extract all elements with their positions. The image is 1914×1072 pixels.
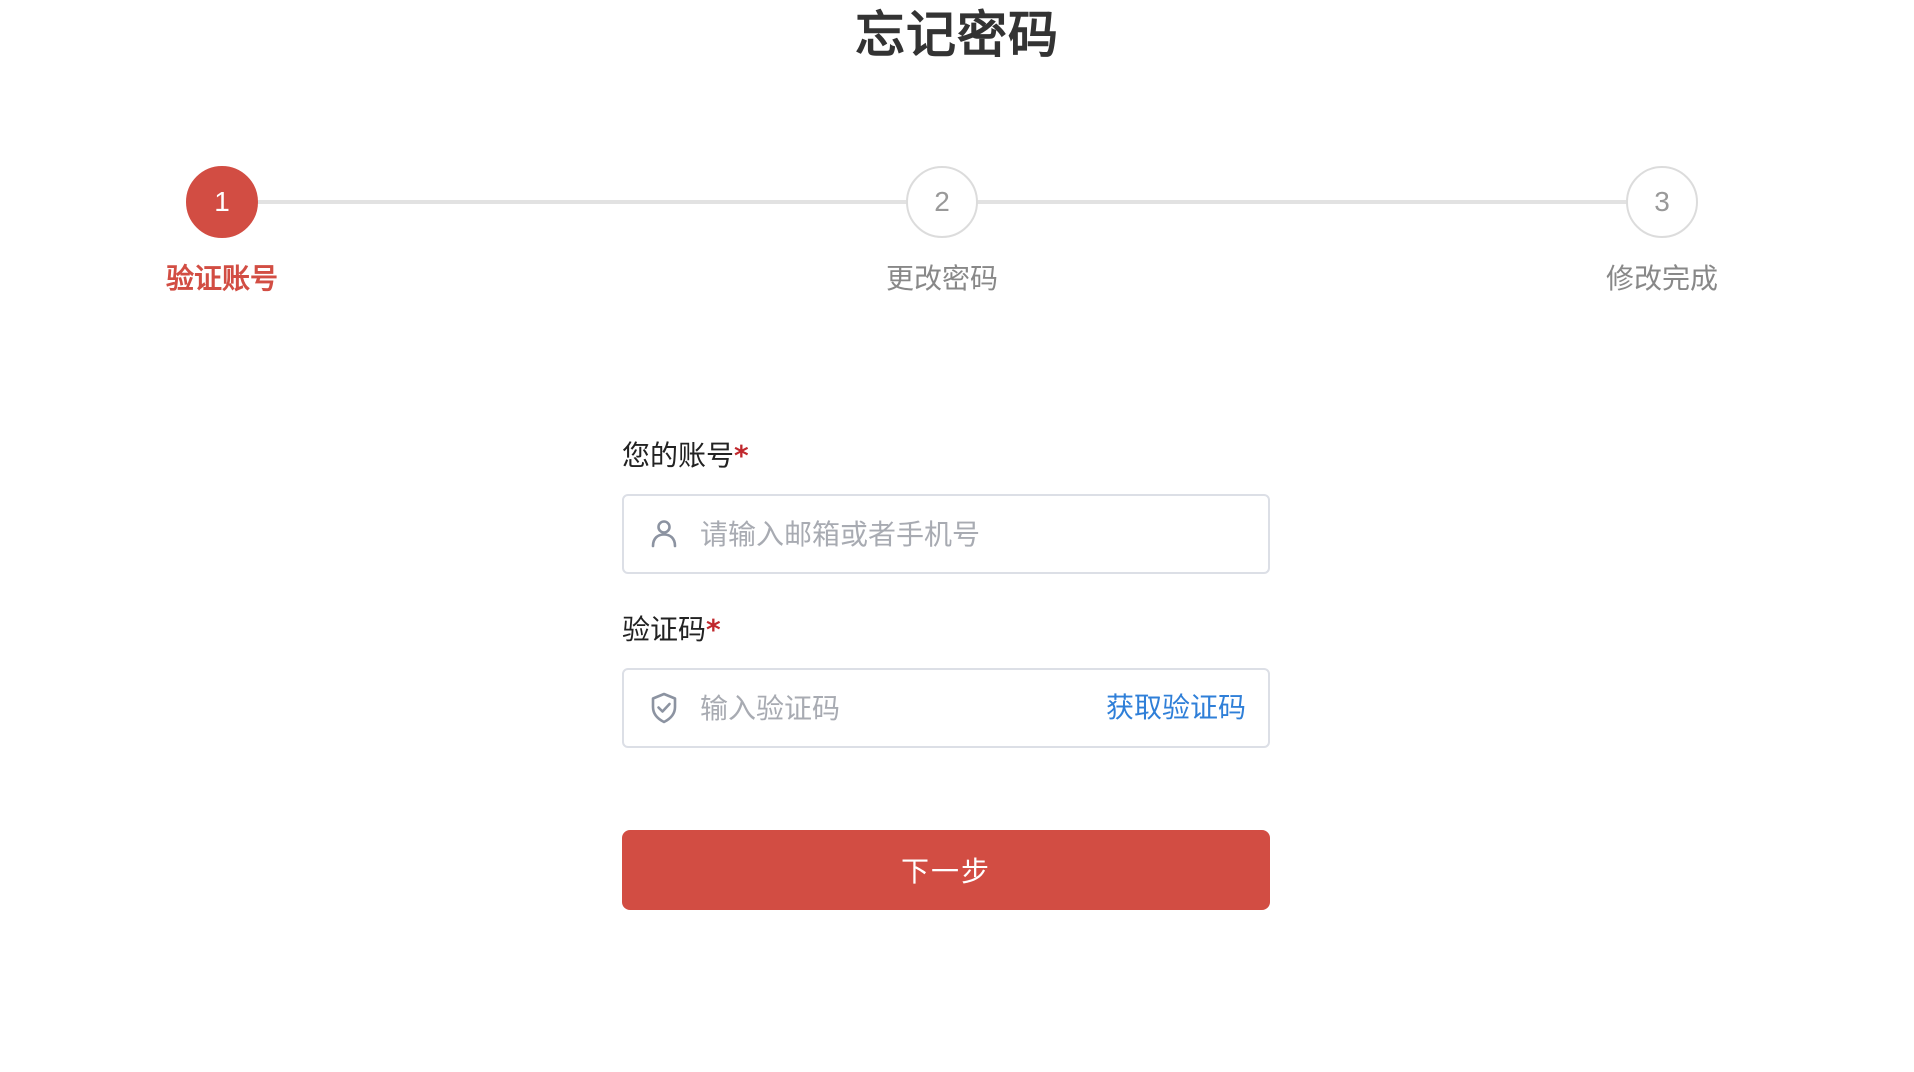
step-3-label: 修改完成 — [1605, 262, 1718, 295]
user-icon — [651, 520, 677, 548]
account-label-text: 您的账号 — [622, 439, 735, 472]
step-connector — [977, 200, 1629, 204]
step-connector — [257, 200, 907, 204]
code-input-box: 获取验证码 — [622, 668, 1270, 748]
code-field-label: 验证码* — [622, 610, 721, 650]
page-title: 忘记密码 — [855, 6, 1059, 64]
account-field-label: 您的账号* — [622, 436, 749, 476]
required-mark: * — [706, 613, 721, 646]
step-2-label: 更改密码 — [885, 262, 998, 295]
step-1-label: 验证账号 — [165, 262, 278, 295]
account-input[interactable] — [700, 506, 1240, 562]
code-label-text: 验证码 — [622, 613, 707, 646]
account-input-box — [622, 494, 1270, 574]
required-mark: * — [734, 439, 749, 472]
shield-check-icon — [651, 692, 677, 724]
get-code-link[interactable]: 获取验证码 — [1106, 670, 1246, 746]
verification-code-input[interactable] — [700, 680, 1080, 736]
next-step-button[interactable]: 下一步 — [622, 830, 1270, 910]
step-3-circle: 3 — [1626, 166, 1698, 238]
step-2-circle: 2 — [906, 166, 978, 238]
step-1-circle: 1 — [186, 166, 258, 238]
